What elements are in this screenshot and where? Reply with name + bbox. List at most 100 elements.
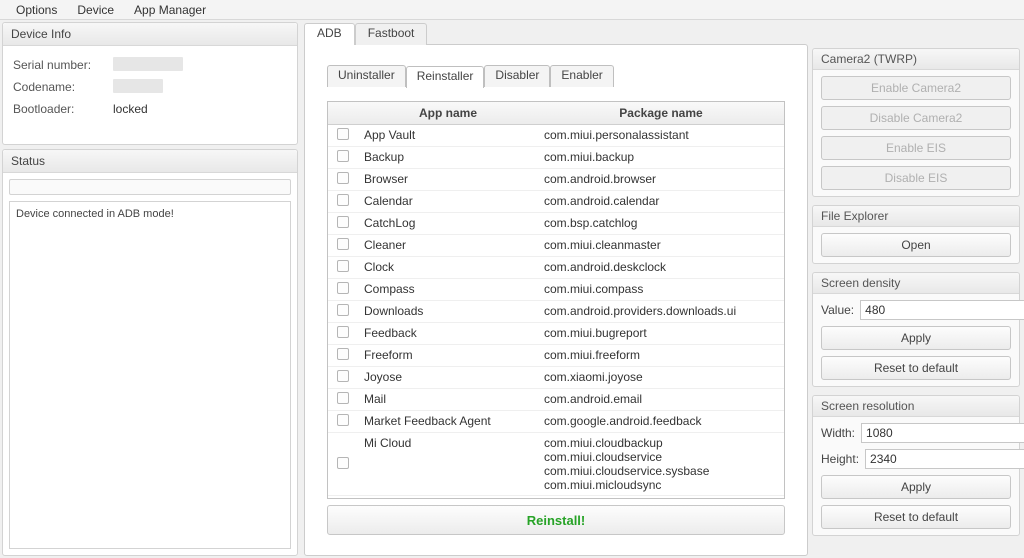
row-checkbox[interactable] [328,367,358,389]
row-app-name: Mi Cloud [358,433,538,496]
menubar: Options Device App Manager [0,0,1024,20]
screen-density-header: Screen density [813,273,1019,294]
menu-device[interactable]: Device [67,1,124,19]
row-checkbox[interactable] [328,235,358,257]
row-app-name: Joyose [358,367,538,389]
table-row[interactable]: Mi Cloudcom.miui.cloudbackup com.miui.cl… [328,433,784,496]
serial-number-value [113,57,287,74]
camera2-header: Camera2 (TWRP) [813,49,1019,70]
subtab-uninstaller[interactable]: Uninstaller [327,65,406,87]
apps-table: App name Package name App Vaultcom.miui.… [328,102,784,499]
enable-camera2-button[interactable]: Enable Camera2 [821,76,1011,100]
col-app-name[interactable]: App name [358,102,538,125]
resolution-width-label: Width: [821,426,855,440]
row-checkbox[interactable] [328,191,358,213]
row-app-name: App Vault [358,125,538,147]
file-explorer-group: File Explorer Open [812,205,1020,264]
row-checkbox[interactable] [328,213,358,235]
subtab-disabler[interactable]: Disabler [484,65,550,87]
table-row[interactable]: Calendarcom.android.calendar [328,191,784,213]
table-row[interactable]: Cleanercom.miui.cleanmaster [328,235,784,257]
table-row[interactable]: Compasscom.miui.compass [328,279,784,301]
row-app-name: Clock [358,257,538,279]
device-info-header: Device Info [3,23,297,46]
subtab-enabler[interactable]: Enabler [550,65,613,87]
menu-options[interactable]: Options [6,1,67,19]
disable-eis-button[interactable]: Disable EIS [821,166,1011,190]
row-package-name: com.miui.cleanmaster [538,235,784,257]
subtab-reinstaller[interactable]: Reinstaller [406,66,485,88]
row-checkbox[interactable] [328,147,358,169]
sub-tabs: Uninstaller Reinstaller Disabler Enabler [327,65,785,87]
table-row[interactable]: Backupcom.miui.backup [328,147,784,169]
table-row[interactable]: CatchLogcom.bsp.catchlog [328,213,784,235]
resolution-apply-button[interactable]: Apply [821,475,1011,499]
row-package-name: com.miui.cloudbackup com.miui.cloudservi… [538,433,784,496]
row-checkbox[interactable] [328,125,358,147]
serial-number-label: Serial number: [13,58,113,72]
status-panel: Status Device connected in ADB mode! [2,149,298,556]
row-checkbox[interactable] [328,169,358,191]
tab-fastboot[interactable]: Fastboot [355,23,428,45]
row-app-name: Mi Credit [358,496,538,500]
screen-resolution-header: Screen resolution [813,396,1019,417]
table-row[interactable]: Joyosecom.xiaomi.joyose [328,367,784,389]
disable-camera2-button[interactable]: Disable Camera2 [821,106,1011,130]
open-file-explorer-button[interactable]: Open [821,233,1011,257]
table-row[interactable]: Freeformcom.miui.freeform [328,345,784,367]
tab-adb[interactable]: ADB [304,23,355,45]
row-package-name: com.android.email [538,389,784,411]
screen-density-group: Screen density Value: dpi Apply Reset to… [812,272,1020,387]
resolution-width-input[interactable] [861,423,1024,443]
row-package-name: com.miui.personalassistant [538,125,784,147]
codename-label: Codename: [13,80,113,94]
status-log: Device connected in ADB mode! [9,201,291,549]
row-checkbox[interactable] [328,496,358,500]
row-checkbox[interactable] [328,301,358,323]
table-row[interactable]: Browsercom.android.browser [328,169,784,191]
row-app-name: Backup [358,147,538,169]
row-package-name: com.xiaomi.joyose [538,367,784,389]
row-checkbox[interactable] [328,389,358,411]
status-header: Status [3,150,297,173]
row-checkbox[interactable] [328,411,358,433]
table-row[interactable]: Mi Creditcom.xiaomi.payment [328,496,784,500]
row-app-name: Freeform [358,345,538,367]
row-checkbox[interactable] [328,433,358,496]
resolution-height-label: Height: [821,452,859,466]
bootloader-value: locked [113,102,287,116]
table-row[interactable]: Mailcom.android.email [328,389,784,411]
row-app-name: Market Feedback Agent [358,411,538,433]
table-row[interactable]: App Vaultcom.miui.personalassistant [328,125,784,147]
table-row[interactable]: Market Feedback Agentcom.google.android.… [328,411,784,433]
device-info-panel: Device Info Serial number: Codename: Boo… [2,22,298,145]
file-explorer-header: File Explorer [813,206,1019,227]
table-row[interactable]: Clockcom.android.deskclock [328,257,784,279]
table-row[interactable]: Feedbackcom.miui.bugreport [328,323,784,345]
resolution-reset-button[interactable]: Reset to default [821,505,1011,529]
row-package-name: com.android.calendar [538,191,784,213]
bootloader-label: Bootloader: [13,102,113,116]
row-package-name: com.android.browser [538,169,784,191]
density-apply-button[interactable]: Apply [821,326,1011,350]
row-checkbox[interactable] [328,279,358,301]
row-package-name: com.google.android.feedback [538,411,784,433]
row-checkbox[interactable] [328,257,358,279]
resolution-height-input[interactable] [865,449,1024,469]
reinstall-button[interactable]: Reinstall! [327,505,785,535]
row-checkbox[interactable] [328,345,358,367]
density-reset-button[interactable]: Reset to default [821,356,1011,380]
screen-resolution-group: Screen resolution Width: px Height: px A… [812,395,1020,536]
table-row[interactable]: Downloadscom.android.providers.downloads… [328,301,784,323]
menu-app-manager[interactable]: App Manager [124,1,216,19]
row-package-name: com.android.deskclock [538,257,784,279]
row-app-name: Feedback [358,323,538,345]
apps-table-wrap[interactable]: App name Package name App Vaultcom.miui.… [327,101,785,499]
density-value-label: Value: [821,303,854,317]
row-app-name: Browser [358,169,538,191]
density-value-input[interactable] [860,300,1024,320]
camera2-group: Camera2 (TWRP) Enable Camera2 Disable Ca… [812,48,1020,197]
col-package-name[interactable]: Package name [538,102,784,125]
enable-eis-button[interactable]: Enable EIS [821,136,1011,160]
row-checkbox[interactable] [328,323,358,345]
